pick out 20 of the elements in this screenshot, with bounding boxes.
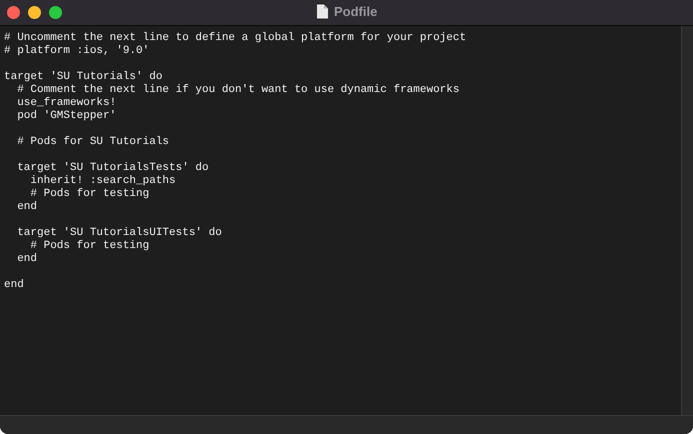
code-line: inherit! :search_paths — [29, 175, 176, 187]
code-line: use_frameworks! — [16, 97, 116, 109]
code-line: # Uncomment the next line to define a global platform for your project — [4, 32, 466, 44]
code-line: end — [4, 279, 24, 291]
zoom-button[interactable] — [49, 6, 62, 19]
code-line: target 'SU Tutorials' do — [4, 71, 162, 83]
code-line: # Pods for testing — [29, 240, 150, 252]
minimize-button[interactable] — [28, 6, 41, 19]
code-line: # Comment the next line if you don't want to use dynamic frameworks — [16, 84, 460, 96]
code-line: target 'SU TutorialsUITests' do — [16, 227, 222, 239]
code-line: target 'SU TutorialsTests' do — [16, 162, 209, 174]
document-icon — [316, 4, 328, 19]
code-line: end — [16, 201, 38, 213]
code-line: end — [16, 253, 38, 265]
code-line: # platform :ios, '9.0' — [4, 45, 150, 57]
code-line: # Pods for testing — [29, 188, 150, 200]
close-button[interactable] — [7, 6, 20, 19]
code-line: # Pods for SU Tutorials — [16, 136, 170, 148]
window-title: Podfile — [334, 4, 378, 19]
code-line: pod 'GMStepper' — [16, 110, 116, 122]
